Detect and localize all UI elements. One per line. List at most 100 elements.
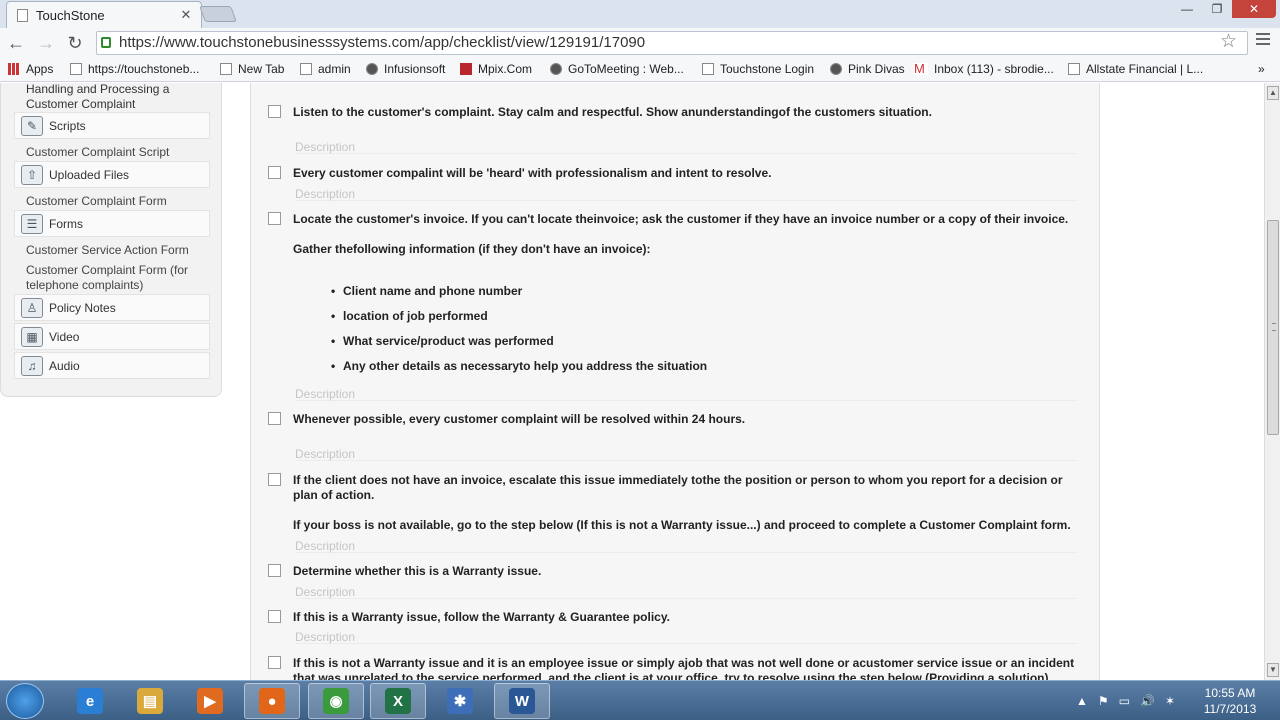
sidebar-link-telephone-complaint-form[interactable]: Customer Complaint Form (for telephone c… [14,263,210,293]
bookmarks-bar: Apps https://touchstoneb... New Tab admi… [0,58,1280,82]
bookmark-touchstone-url[interactable]: https://touchstoneb... [70,62,199,76]
scroll-up-icon[interactable]: ▲ [1267,86,1279,100]
scrollbar-grip-icon [1272,323,1276,331]
mpix-icon [460,63,472,75]
video-icon: ▦ [21,326,43,347]
description-field[interactable]: Description [295,539,1077,553]
taskbar-firefox[interactable]: ● [244,683,300,719]
forms-icon: ☰ [21,213,43,234]
page-icon [220,63,232,75]
sidebar-section-scripts[interactable]: ✎ Scripts [14,112,210,139]
pink-divas-icon [830,63,842,75]
gotomeeting-icon [550,63,562,75]
taskbar-excel[interactable]: X [370,683,426,719]
browser-toolbar: ← → ↻ https://www.touchstonebusinesssyst… [0,28,1280,58]
media-player-icon: ▶ [197,688,223,714]
system-clock[interactable]: 10:55 AM 11/7/2013 [1198,685,1262,717]
bookmark-touchstone-login[interactable]: Touchstone Login [702,62,814,76]
sidebar-section-policy-notes[interactable]: ♙ Policy Notes [14,294,210,321]
snipping-tool-icon: ✱ [447,688,473,714]
network-icon[interactable]: ▭ [1119,694,1130,708]
taskbar-file-explorer[interactable]: ▤ [122,683,178,719]
bookmark-new-tab[interactable]: New Tab [220,62,284,76]
bookmark-admin[interactable]: admin [300,62,351,76]
taskbar-internet-explorer[interactable]: e [62,683,118,719]
back-arrow-icon[interactable]: ← [4,31,28,55]
checklist-checkbox[interactable] [268,212,281,225]
sidebar-link-handling-complaint[interactable]: Handling and Processing a Customer Compl… [14,83,210,112]
page-viewport: Handling and Processing a Customer Compl… [0,83,1264,680]
taskbar-chrome[interactable]: ◉ [308,683,364,719]
checklist-checkbox[interactable] [268,412,281,425]
screen: TouchStone ✕ — ❐ ✕ ← → ↻ https://www.tou… [0,0,1280,720]
sidebar-section-forms[interactable]: ☰ Forms [14,210,210,237]
taskbar-media-player[interactable]: ▶ [182,683,238,719]
description-field[interactable]: Description [295,447,1077,461]
checklist-bullet: What service/product was performed [331,334,554,348]
window-close-button[interactable]: ✕ [1232,0,1276,18]
checklist-item-text: If this is not a Warranty issue and it i… [293,656,1075,680]
checklist-item-text: Determine whether this is a Warranty iss… [293,564,542,578]
chrome-menu-icon[interactable] [1256,33,1270,49]
sidebar-section-uploaded-files[interactable]: ⇧ Uploaded Files [14,161,210,188]
tray-app-icon[interactable]: ✶ [1165,694,1175,708]
close-tab-icon[interactable]: ✕ [177,7,195,23]
start-button[interactable] [6,683,44,719]
gmail-icon: M [914,62,928,75]
bookmark-infusionsoft[interactable]: Infusionsoft [366,62,445,76]
checklist-checkbox[interactable] [268,473,281,486]
restore-button[interactable]: ❐ [1202,0,1232,18]
page-icon [1068,63,1080,75]
clock-date: 11/7/2013 [1203,702,1257,716]
description-field[interactable]: Description [295,585,1077,599]
action-center-icon[interactable]: ⚑ [1098,694,1109,708]
new-tab-button[interactable] [199,6,237,22]
tab-title: TouchStone [36,7,105,23]
bookmark-allstate[interactable]: Allstate Financial | L... [1068,62,1203,76]
forward-arrow-icon[interactable]: → [34,31,58,55]
reload-icon[interactable]: ↻ [63,31,87,55]
browser-tab[interactable]: TouchStone ✕ [6,1,202,28]
folder-icon: ▤ [137,688,163,714]
browser-titlebar: TouchStone ✕ — ❐ ✕ [0,0,1280,28]
internet-explorer-icon: e [77,688,103,714]
chrome-icon: ◉ [323,688,349,714]
vertical-scrollbar[interactable]: ▲ ▼ [1264,83,1280,680]
description-field[interactable]: Description [295,630,1077,644]
checklist-checkbox[interactable] [268,656,281,669]
excel-icon: X [385,688,411,714]
upload-icon: ⇧ [21,164,43,185]
sidebar-link-customer-complaint-form[interactable]: Customer Complaint Form [14,194,210,209]
bookmark-apps[interactable]: Apps [8,62,53,76]
bookmark-star-icon[interactable]: ☆ [1220,30,1237,53]
scripts-icon: ✎ [21,115,43,136]
taskbar-snipping-tool[interactable]: ✱ [432,683,488,719]
volume-icon[interactable]: 🔊 [1140,694,1155,708]
checklist-checkbox[interactable] [268,166,281,179]
description-field[interactable]: Description [295,187,1077,201]
sidebar-link-customer-complaint-script[interactable]: Customer Complaint Script [14,145,210,160]
description-field[interactable]: Description [295,387,1077,401]
scrollbar-thumb[interactable] [1267,220,1279,435]
show-hidden-icons-icon[interactable]: ▲ [1076,694,1088,708]
description-field[interactable]: Description [295,140,1077,154]
address-bar[interactable]: https://www.touchstonebusinesssystems.co… [96,31,1248,55]
checklist-checkbox[interactable] [268,610,281,623]
checklist-bullet: location of job performed [331,309,488,323]
sidebar-link-customer-service-action-form[interactable]: Customer Service Action Form [14,243,210,258]
bookmark-gotomeeting[interactable]: GoToMeeting : Web... [550,62,684,76]
bookmark-mpix[interactable]: Mpix.Com [460,62,532,76]
checklist-checkbox[interactable] [268,564,281,577]
taskbar-word[interactable]: W [494,683,550,719]
bookmark-gmail-inbox[interactable]: M Inbox (113) - sbrodie... [914,62,1054,76]
clock-time: 10:55 AM [1204,686,1256,700]
minimize-button[interactable]: — [1172,0,1202,18]
bookmark-pink-divas[interactable]: Pink Divas [830,62,905,76]
more-bookmarks-button[interactable]: » [1258,62,1265,76]
sidebar-section-video[interactable]: ▦ Video [14,323,210,350]
sidebar-section-audio[interactable]: ♫ Audio [14,352,210,379]
scroll-down-icon[interactable]: ▼ [1267,663,1279,677]
checklist-checkbox[interactable] [268,105,281,118]
apps-grid-icon [8,63,20,75]
checklist-item-text: If this is a Warranty issue, follow the … [293,610,670,624]
